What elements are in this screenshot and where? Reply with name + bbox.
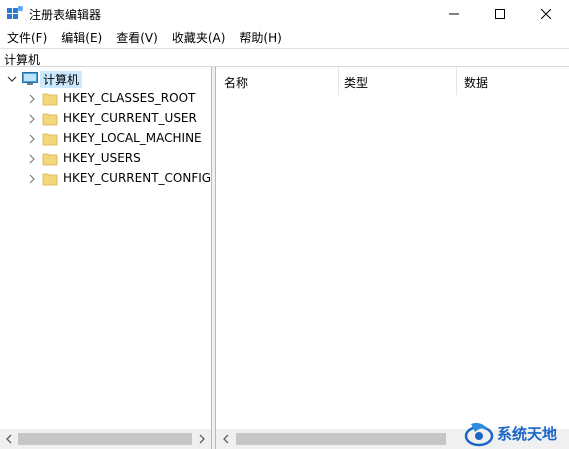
watermark-text: 系统天地: [497, 425, 558, 443]
chevron-right-icon[interactable]: [27, 174, 37, 184]
minimize-icon: [449, 13, 459, 15]
tree-node-hkey-current-user[interactable]: HKEY_CURRENT_USER: [0, 109, 211, 129]
watermark: 系统天地: [461, 418, 569, 449]
maximize-button[interactable]: [477, 0, 523, 28]
menu-help[interactable]: 帮助(H): [232, 28, 288, 48]
tree-node-label[interactable]: 计算机: [40, 71, 83, 88]
folder-icon: [42, 93, 58, 106]
column-header-data[interactable]: 数据: [464, 74, 488, 91]
column-header-name[interactable]: 名称: [224, 74, 248, 91]
tree-node-label[interactable]: HKEY_CURRENT_USER: [63, 111, 197, 125]
tree-node-hkey-local-machine[interactable]: HKEY_LOCAL_MACHINE: [0, 129, 211, 149]
column-divider[interactable]: [338, 67, 339, 95]
menu-edit[interactable]: 编辑(E): [54, 28, 109, 48]
scroll-left-icon[interactable]: [221, 434, 231, 444]
close-icon: [541, 9, 551, 19]
tree-node-hkey-current-config[interactable]: HKEY_CURRENT_CONFIG: [0, 169, 211, 189]
column-divider[interactable]: [456, 67, 457, 95]
tree-node-computer[interactable]: 计算机: [0, 69, 211, 89]
menu-favorites[interactable]: 收藏夹(A): [165, 28, 233, 48]
scrollbar-thumb[interactable]: [18, 433, 192, 445]
address-path[interactable]: 计算机: [4, 51, 40, 68]
folder-icon: [42, 133, 58, 146]
tree-horizontal-scrollbar[interactable]: [0, 429, 211, 449]
folder-icon: [42, 173, 58, 186]
registry-editor-app-icon: [7, 6, 23, 19]
computer-icon: [22, 72, 38, 85]
tree-node-label[interactable]: HKEY_CLASSES_ROOT: [63, 91, 195, 105]
tree-node-label[interactable]: HKEY_LOCAL_MACHINE: [63, 131, 202, 145]
chevron-right-icon[interactable]: [27, 114, 37, 124]
menu-bar: 文件(F) 编辑(E) 查看(V) 收藏夹(A) 帮助(H): [0, 28, 569, 48]
title-bar: 注册表编辑器: [0, 0, 569, 28]
chevron-right-icon[interactable]: [27, 154, 37, 164]
tree-node-label[interactable]: HKEY_CURRENT_CONFIG: [63, 171, 211, 185]
logo-icon: [464, 422, 494, 447]
menu-view[interactable]: 查看(V): [109, 28, 165, 48]
tree-node-label[interactable]: HKEY_USERS: [63, 151, 141, 165]
menu-file[interactable]: 文件(F): [0, 28, 54, 48]
values-list-pane[interactable]: 名称 类型 数据: [216, 67, 569, 429]
column-header-type[interactable]: 类型: [344, 74, 368, 91]
chevron-down-icon[interactable]: [7, 74, 17, 84]
tree-node-hkey-users[interactable]: HKEY_USERS: [0, 149, 211, 169]
scrollbar-thumb[interactable]: [236, 433, 446, 445]
tree-pane[interactable]: 计算机 HKEY_CLASSES_ROOT HKEY_CURRENT_USER …: [0, 67, 211, 429]
tree-node-hkey-classes-root[interactable]: HKEY_CLASSES_ROOT: [0, 89, 211, 109]
scroll-left-icon[interactable]: [4, 434, 14, 444]
window-title: 注册表编辑器: [29, 8, 102, 22]
close-button[interactable]: [523, 0, 569, 28]
maximize-icon: [495, 9, 505, 19]
minimize-button[interactable]: [431, 0, 477, 28]
folder-icon: [42, 153, 58, 166]
address-bar[interactable]: 计算机: [0, 48, 569, 67]
chevron-right-icon[interactable]: [27, 94, 37, 104]
chevron-right-icon[interactable]: [27, 134, 37, 144]
folder-icon: [42, 113, 58, 126]
scroll-right-icon[interactable]: [197, 434, 207, 444]
